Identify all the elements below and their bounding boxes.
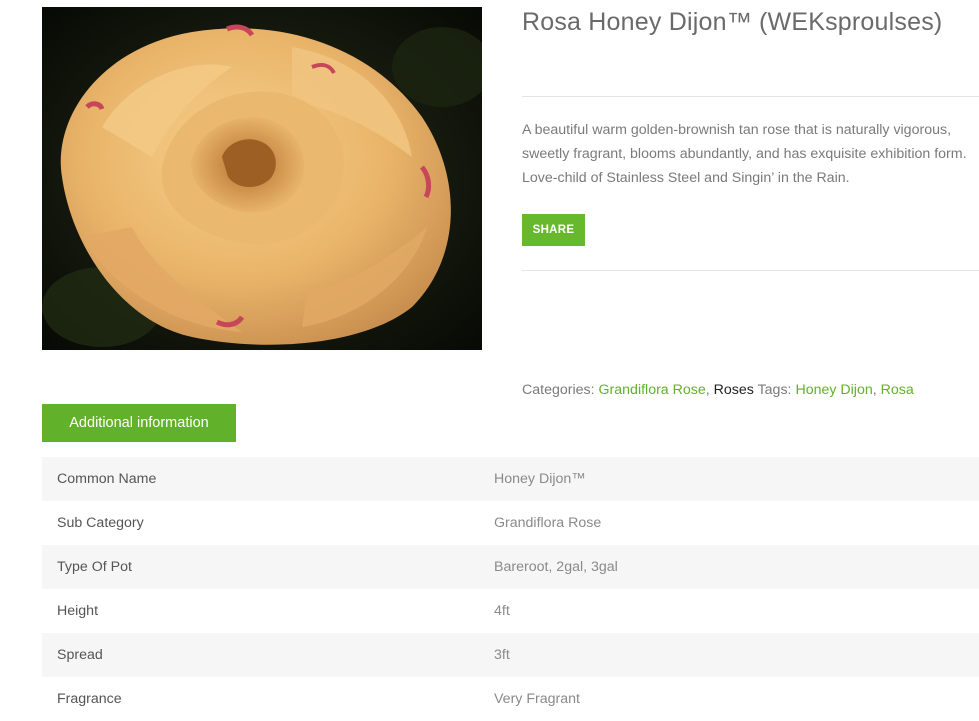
table-row: Fragrance Very Fragrant xyxy=(42,677,979,721)
attribute-name: Common Name xyxy=(42,457,494,501)
additional-info-table: Common Name Honey Dijon™ Sub Category Gr… xyxy=(42,457,979,721)
table-row: Spread 3ft xyxy=(42,633,979,677)
table-row: Common Name Honey Dijon™ xyxy=(42,457,979,501)
tag-link-rosa[interactable]: Rosa xyxy=(881,382,914,398)
category-link-grandiflora-rose[interactable]: Grandiflora Rose xyxy=(599,382,706,398)
product-description: A beautiful warm golden-brownish tan ros… xyxy=(522,122,967,186)
share-divider xyxy=(522,270,979,271)
attribute-value: 4ft xyxy=(494,603,510,619)
title-divider xyxy=(522,96,979,97)
tab-additional-information[interactable]: Additional information xyxy=(42,404,236,442)
share-button[interactable]: SHARE xyxy=(522,214,585,246)
attribute-name: Type Of Pot xyxy=(42,545,494,589)
product-title: Rosa Honey Dijon™ (WEKsproulses) xyxy=(522,8,943,36)
attribute-value: Bareroot, 2gal, 3gal xyxy=(494,545,979,589)
table-row: Height 4ft xyxy=(42,589,979,633)
attribute-value: 3ft xyxy=(494,633,979,677)
table-row: Type Of Pot Bareroot, 2gal, 3gal xyxy=(42,545,979,589)
category-link-roses[interactable]: Roses xyxy=(714,382,754,398)
attribute-value: Grandiflora Rose xyxy=(494,515,602,531)
tag-separator: , xyxy=(872,382,877,398)
tags-label: Tags: xyxy=(757,382,792,398)
attribute-name: Spread xyxy=(42,633,494,677)
product-image[interactable] xyxy=(42,7,482,350)
product-meta: Categories: Grandiflora Rose, Roses Tags… xyxy=(522,382,914,398)
attribute-value: Honey Dijon™ xyxy=(494,457,979,501)
categories-label: Categories: xyxy=(522,382,595,398)
attribute-name: Height xyxy=(57,603,99,619)
table-row: Sub Category Grandiflora Rose xyxy=(42,501,979,545)
attribute-value: Very Fragrant xyxy=(494,691,580,707)
tag-link-honey-dijon[interactable]: Honey Dijon xyxy=(795,382,872,398)
rose-photo xyxy=(42,7,482,350)
category-separator: , xyxy=(705,382,710,398)
attribute-name: Fragrance xyxy=(57,691,122,707)
attribute-name: Sub Category xyxy=(57,515,144,531)
